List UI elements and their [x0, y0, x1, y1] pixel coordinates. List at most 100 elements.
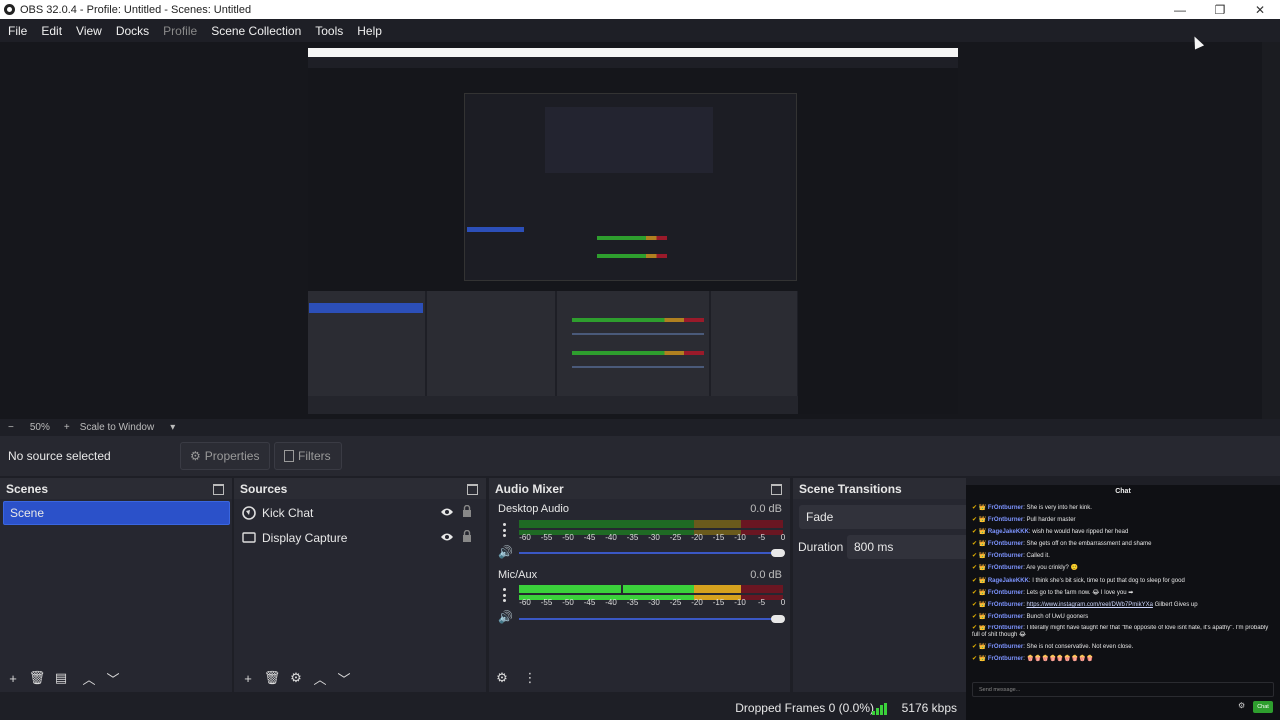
speaker-icon[interactable]: 🔊	[498, 610, 513, 624]
chat-username[interactable]: FrOntburner	[988, 625, 1023, 631]
meter-scale-tick: -45	[583, 598, 596, 607]
slider-knob[interactable]	[771, 549, 785, 557]
meter-scale-tick: -25	[669, 598, 682, 607]
chat-send-button[interactable]: Chat	[1253, 701, 1273, 713]
source-item-kick-chat[interactable]: Kick Chat	[238, 502, 478, 524]
source-item-display-capture[interactable]: Display Capture	[238, 527, 478, 549]
meter-scale-tick: -50	[562, 533, 574, 542]
chat-message: ✔ 👑 FrOntburner: 🍿🍿🍿🍿🍿🍿🍿🍿🍿	[972, 656, 1094, 663]
meter-scale-tick: 0	[780, 533, 786, 542]
chat-username[interactable]: FrOntburner	[988, 656, 1023, 662]
chat-username[interactable]: FrOntburner	[988, 505, 1023, 511]
menu-view[interactable]: View	[69, 24, 109, 38]
captured-slider-mic	[572, 366, 704, 368]
chat-settings-gear-icon[interactable]: ⚙	[1238, 701, 1245, 710]
channel-name: Mic/Aux	[498, 569, 538, 581]
meter-scale-tick: -40	[605, 533, 617, 542]
remove-scene-icon[interactable]: 🗑	[25, 666, 49, 690]
meter-scale-tick: -35	[626, 533, 639, 542]
preview-canvas[interactable]	[308, 48, 958, 414]
chat-input[interactable]: Send message...	[972, 682, 1274, 697]
zoom-level: 50%	[29, 422, 50, 433]
slider-knob[interactable]	[771, 615, 785, 623]
menu-scene-collection[interactable]: Scene Collection	[204, 24, 308, 38]
audio-menu-icon[interactable]: ⋮	[518, 666, 542, 690]
visibility-eye-icon[interactable]	[440, 506, 454, 520]
chat-text: I think she's bit sick, time to put that…	[1032, 577, 1185, 584]
move-up-icon[interactable]: ︿	[308, 666, 332, 690]
properties-button[interactable]: ⚙ Properties	[180, 442, 270, 470]
move-up-icon[interactable]: ︿	[77, 666, 101, 690]
close-button[interactable]: ✕	[1240, 0, 1280, 19]
chat-badge-icon: ✔ 👑	[972, 565, 988, 572]
chat-username[interactable]: FrOntburner	[988, 602, 1023, 608]
meter-scale-tick: -15	[712, 598, 725, 607]
no-source-label: No source selected	[8, 449, 111, 463]
captured-chat	[798, 291, 958, 414]
undock-icon[interactable]	[213, 484, 224, 495]
add-source-icon[interactable]: +	[236, 666, 260, 690]
restore-button[interactable]: ❐	[1200, 0, 1240, 19]
captured-docks	[308, 291, 958, 414]
chat-username[interactable]: FrOntburner	[988, 614, 1023, 620]
scale-mode-dropdown-icon[interactable]: ▾	[170, 422, 175, 433]
captured-meter-mic	[572, 351, 704, 355]
duration-input[interactable]: 800 ms	[847, 535, 977, 559]
transition-select[interactable]: Fade	[799, 505, 979, 529]
move-down-icon[interactable]: ﹀	[332, 666, 356, 690]
channel-menu-icon[interactable]	[503, 523, 506, 537]
speaker-icon[interactable]: 🔊	[498, 545, 513, 559]
chat-username[interactable]: FrOntburner	[988, 590, 1023, 596]
minimize-button[interactable]: —	[1160, 0, 1200, 19]
chat-username[interactable]: FrOntburner	[988, 517, 1023, 523]
scene-filters-icon[interactable]: ▤	[49, 666, 73, 690]
chat-badge-icon: ✔ 👑	[972, 624, 988, 631]
meter-scale-tick: -10	[734, 598, 746, 607]
chat-username[interactable]: FrOntburner	[988, 644, 1023, 650]
undock-icon[interactable]	[467, 484, 478, 495]
menu-help[interactable]: Help	[350, 24, 389, 38]
chat-username[interactable]: RageJakeKKK	[988, 578, 1029, 584]
captured-scenes-panel	[308, 291, 427, 396]
captured-meter-desktop	[572, 318, 704, 322]
menu-profile[interactable]: Profile	[156, 24, 204, 38]
advanced-audio-gear-icon[interactable]: ⚙	[490, 666, 514, 690]
scene-transitions-dock: Scene Transitions Fade Duration 800 ms	[793, 478, 979, 692]
menu-bar: File Edit View Docks Profile Scene Colle…	[0, 19, 1280, 42]
chat-message: ✔ 👑 FrOntburner: She gets off on the emb…	[972, 541, 1152, 548]
scale-mode-label[interactable]: Scale to Window	[80, 422, 154, 433]
menu-edit[interactable]: Edit	[34, 24, 69, 38]
captured-nested-preview	[545, 107, 713, 173]
add-scene-icon[interactable]: +	[1, 666, 25, 690]
captured-title-bar	[308, 48, 958, 57]
filters-button[interactable]: Filters	[274, 442, 342, 470]
source-properties-icon[interactable]: ⚙	[284, 666, 308, 690]
undock-icon[interactable]	[771, 484, 782, 495]
chat-username[interactable]: FrOntburner	[988, 553, 1023, 559]
meter-scale-tick: -20	[691, 533, 703, 542]
meter-scale: -60 -55 -50 -45 -40 -35 -30 -25 -20 -15 -10 -5 0	[519, 533, 786, 543]
lock-icon[interactable]	[462, 529, 472, 545]
menu-file[interactable]: File	[1, 24, 34, 38]
lock-icon[interactable]	[462, 504, 472, 520]
desktop-volume-slider[interactable]	[519, 549, 785, 557]
filters-icon	[284, 450, 294, 462]
menu-docks[interactable]: Docks	[109, 24, 156, 38]
scene-item[interactable]: Scene	[3, 501, 230, 525]
chat-username[interactable]: FrOntburner	[988, 541, 1023, 547]
chat-username[interactable]: RageJakeKKK	[988, 529, 1029, 535]
chat-link[interactable]: https://www.instagram.com/reel/DWb7PmikY…	[1027, 602, 1153, 608]
menu-tools[interactable]: Tools	[308, 24, 350, 38]
zoom-out-button[interactable]: −	[8, 422, 14, 433]
move-down-icon[interactable]: ﹀	[101, 666, 125, 690]
visibility-eye-icon[interactable]	[440, 531, 454, 545]
chat-username[interactable]: FrOntburner	[988, 565, 1023, 571]
preview-scrollbar[interactable]	[1262, 42, 1280, 419]
remove-source-icon[interactable]: 🗑	[260, 666, 284, 690]
channel-menu-icon[interactable]	[503, 588, 506, 602]
chat-message: ✔ 👑 RageJakeKKK: wish he would have ripp…	[972, 529, 1129, 536]
status-bar: Dropped Frames 0 (0.0%) 5176 kbps	[0, 696, 966, 720]
zoom-in-button[interactable]: +	[64, 422, 70, 433]
mic-volume-slider[interactable]	[519, 615, 785, 623]
audio-mixer-dock: Audio Mixer Desktop Audio 0.0 dB -60 -55-…	[489, 478, 790, 692]
